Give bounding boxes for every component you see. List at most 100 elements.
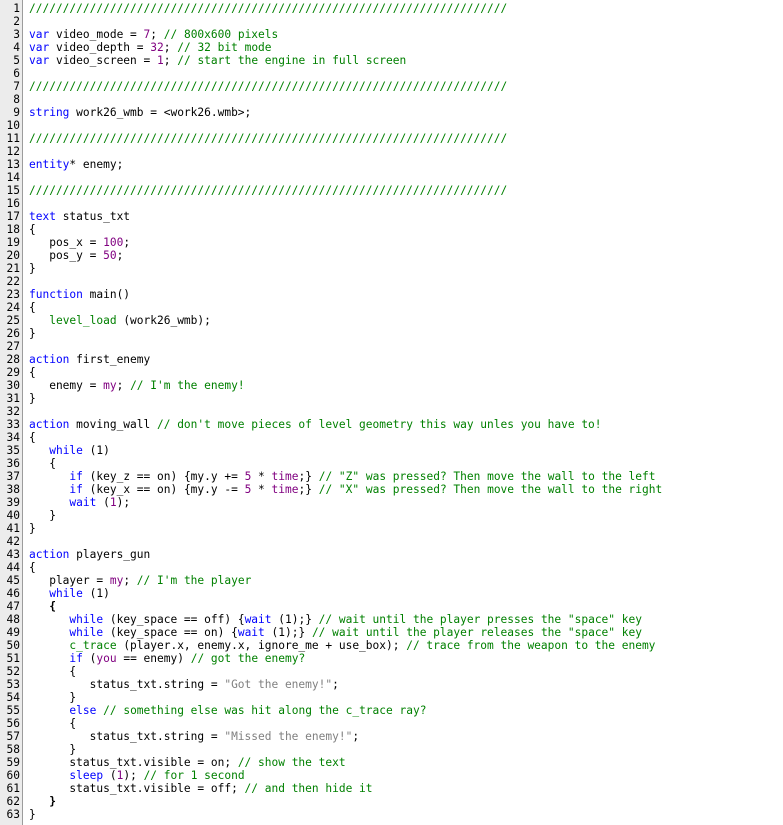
code-line[interactable]: 52 { (0, 665, 783, 678)
line-number: 62 (6, 795, 20, 808)
code-token: * (251, 483, 272, 496)
code-line[interactable]: 41} (0, 522, 783, 535)
line-number: 32 (6, 405, 20, 418)
code-line[interactable]: 39 wait (1); (0, 496, 783, 509)
code-line[interactable]: 31} (0, 392, 783, 405)
code-line[interactable]: 63} (0, 808, 783, 821)
code-line[interactable]: 38 if (key_x == on) {my.y -= 5 * time;} … (0, 483, 783, 496)
code-line[interactable]: 46 while (1) (0, 587, 783, 600)
code-line[interactable]: 5 var video_screen = 1; // start the engi… (0, 54, 783, 67)
code-area[interactable]: 1 ///////////////////////////////////////… (0, 0, 783, 825)
code-token: c_trace (69, 639, 117, 652)
code-line[interactable]: 20 pos_y = 50; (0, 249, 783, 262)
code-token: wait (244, 613, 272, 626)
code-line[interactable]: 26} (0, 327, 783, 340)
code-line[interactable]: 9 string work26_wmb = <work26.wmb>; (0, 106, 783, 119)
code-line[interactable]: 57 status_txt.string = "Missed the enemy… (0, 730, 783, 743)
code-token: if (69, 470, 83, 483)
code-line[interactable]: 51 if (you == enemy) // got the enemy? (0, 652, 783, 665)
code-line[interactable]: 14 (0, 171, 783, 184)
code-line[interactable]: 32 (0, 405, 783, 418)
code-line[interactable]: 33 action moving_wall // don't move piece… (0, 418, 783, 431)
code-token: { (29, 665, 77, 678)
code-line[interactable]: 49 while (key_space == on) {wait (1);} /… (0, 626, 783, 639)
code-line[interactable]: 61 status_txt.visible = off; // and then… (0, 782, 783, 795)
code-token: } (29, 808, 36, 821)
code-line[interactable]: 11 //////////////////////////////////////… (0, 132, 783, 145)
code-line[interactable]: 42 (0, 535, 783, 548)
code-token: work26_wmb = <work26.wmb>; (69, 106, 252, 119)
code-line[interactable]: 25 level_load (work26_wmb); (0, 314, 783, 327)
code-line[interactable]: 4 var video_depth = 32; // 32 bit mode (0, 41, 783, 54)
line-number: 48 (6, 613, 20, 626)
code-token: (player.x, enemy.x, ignore_me + use_box)… (116, 639, 407, 652)
code-line[interactable]: 7 ///////////////////////////////////////… (0, 80, 783, 93)
code-token: 1 (109, 496, 117, 509)
code-line[interactable]: 50 c_trace (player.x, enemy.x, ignore_me… (0, 639, 783, 652)
line-number: 35 (6, 444, 20, 457)
line-number: 27 (6, 340, 20, 353)
code-line[interactable]: 43 action players_gun (0, 548, 783, 561)
code-line[interactable]: 35 while (1) (0, 444, 783, 457)
code-line[interactable]: 59 status_txt.visible = on; // show the … (0, 756, 783, 769)
code-line[interactable]: 27 (0, 340, 783, 353)
line-number: 31 (6, 392, 20, 405)
code-line[interactable]: 10 (0, 119, 783, 132)
code-token: } (29, 262, 36, 275)
line-text: ////////////////////////////////////////… (29, 184, 507, 197)
code-line[interactable]: 12 (0, 145, 783, 158)
line-text: var video_screen = 1; // start the engin… (29, 54, 406, 67)
code-line[interactable]: 36 { (0, 457, 783, 470)
line-number: 60 (6, 769, 20, 782)
line-number: 54 (6, 691, 20, 704)
line-text: status_txt.visible = on; // show the tex… (29, 756, 345, 769)
line-number: 30 (6, 379, 20, 392)
code-line[interactable]: 44 { (0, 561, 783, 574)
code-line[interactable]: 40 } (0, 509, 783, 522)
code-line[interactable]: 48 while (key_space == off) {wait (1);} … (0, 613, 783, 626)
code-line[interactable]: 16 (0, 197, 783, 210)
code-line[interactable]: 24 { (0, 301, 783, 314)
code-line[interactable]: 37 if (key_z == on) {my.y += 5 * time;} … (0, 470, 783, 483)
code-token: action (29, 548, 70, 561)
code-token: ////////////////////////////////////////… (29, 184, 508, 197)
code-line[interactable]: 45 player = my; // I'm the player (0, 574, 783, 587)
line-text: { (29, 717, 76, 730)
code-line[interactable]: 21} (0, 262, 783, 275)
code-line[interactable]: 28 action first_enemy (0, 353, 783, 366)
code-token: action (29, 353, 70, 366)
code-line[interactable]: 34 { (0, 431, 783, 444)
code-editor[interactable]: 1 ///////////////////////////////////////… (0, 0, 783, 825)
line-text: status_txt.string = "Got the enemy!"; (29, 678, 339, 691)
code-line[interactable]: 8 (0, 93, 783, 106)
code-line[interactable]: 58 } (0, 743, 783, 756)
code-line[interactable]: 60 sleep (1); // for 1 second (0, 769, 783, 782)
code-line[interactable]: 55 else // something else was hit along … (0, 704, 783, 717)
code-line[interactable]: 6 (0, 67, 783, 80)
code-line[interactable]: 18 { (0, 223, 783, 236)
line-number: 10 (6, 119, 20, 132)
code-token: // I'm the enemy! (130, 379, 245, 392)
code-line[interactable]: 54 } (0, 691, 783, 704)
code-line[interactable]: 1 ///////////////////////////////////////… (0, 2, 783, 15)
line-text: player = my; // I'm the player (29, 574, 251, 587)
code-line[interactable]: 47 { (0, 600, 783, 613)
line-text: { (29, 561, 36, 574)
code-line[interactable]: 29 { (0, 366, 783, 379)
code-line[interactable]: 13 entity* enemy; (0, 158, 783, 171)
code-line[interactable]: 56 { (0, 717, 783, 730)
code-line[interactable]: 22 (0, 275, 783, 288)
code-line[interactable]: 2 (0, 15, 783, 28)
code-line[interactable]: 15 //////////////////////////////////////… (0, 184, 783, 197)
line-number: 23 (6, 288, 20, 301)
code-line[interactable]: 19 pos_x = 100; (0, 236, 783, 249)
code-line[interactable]: 3 var video_mode = 7; // 800x600 pixels (0, 28, 783, 41)
code-line[interactable]: 53 status_txt.string = "Got the enemy!"; (0, 678, 783, 691)
code-line[interactable]: 62 } (0, 795, 783, 808)
code-line[interactable]: 23 function main() (0, 288, 783, 301)
code-line[interactable]: 17 text status_txt (0, 210, 783, 223)
code-line[interactable]: 30 enemy = my; // I'm the enemy! (0, 379, 783, 392)
line-text: action players_gun (29, 548, 150, 561)
